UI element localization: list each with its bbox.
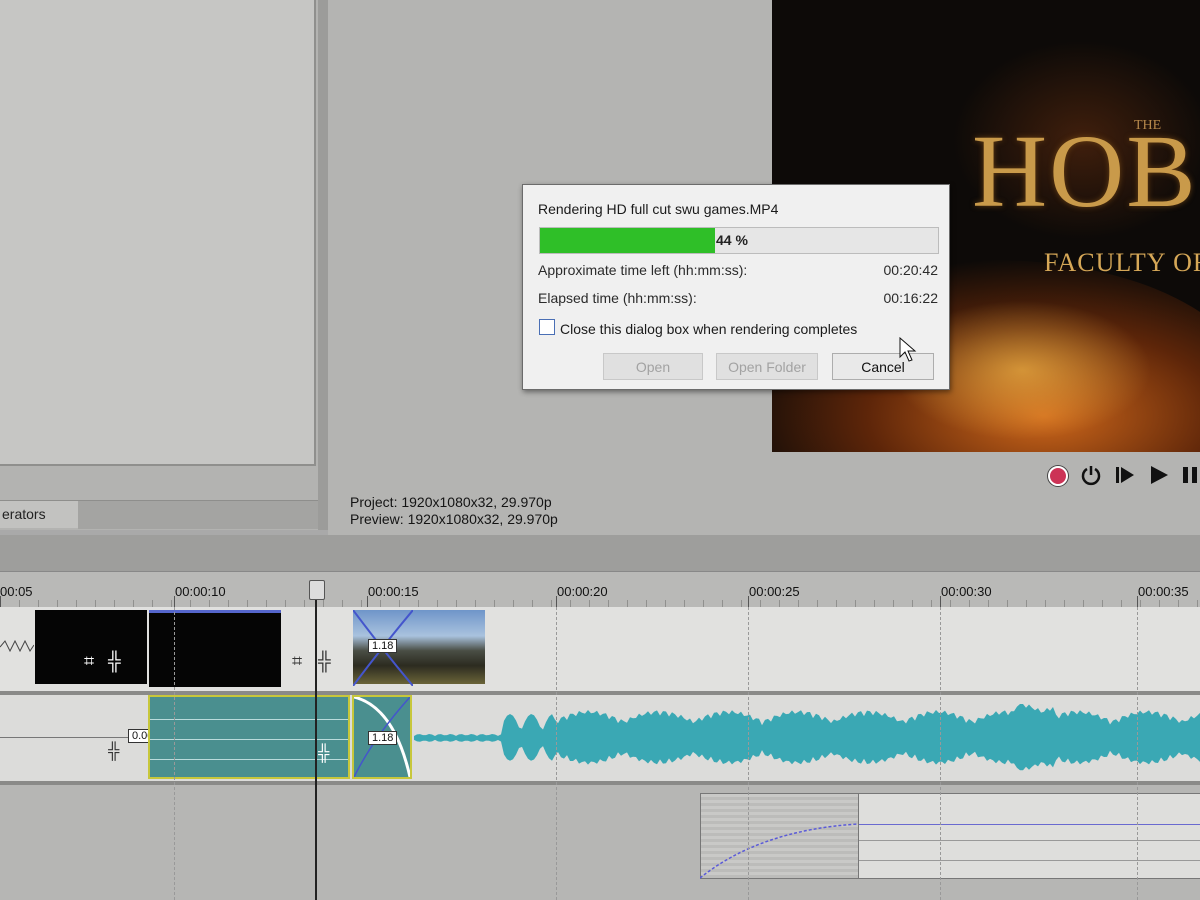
ruler-label: 00:00:10: [175, 584, 226, 599]
mouse-cursor-icon: [899, 337, 917, 362]
preview-properties: Preview: 1920x1080x32, 29.970p: [350, 511, 558, 527]
transport-controls: [1040, 458, 1200, 494]
open-folder-button[interactable]: Open Folder: [716, 353, 818, 380]
audio-waveform: [414, 704, 1200, 771]
explorer-panel-content: [0, 0, 316, 466]
playhead[interactable]: [315, 580, 317, 900]
video-clip-black-2[interactable]: [149, 610, 281, 687]
elapsed-row: Elapsed time (hh:mm:ss): 00:16:22: [538, 290, 938, 306]
render-progress-bar: 44 %: [539, 227, 939, 254]
power-loop-icon[interactable]: [1080, 464, 1102, 486]
time-left-value: 00:20:42: [883, 262, 939, 278]
project-info: Project: 1920x1080x32, 29.970p Preview: …: [350, 494, 558, 528]
play-icon[interactable]: [1148, 464, 1170, 486]
project-properties: Project: 1920x1080x32, 29.970p: [350, 494, 552, 510]
grid-line: [556, 607, 558, 900]
envelope-curve: [700, 823, 859, 879]
video-fade-label: 1.18: [368, 639, 398, 653]
event-fx-icon[interactable]: ╬: [318, 651, 331, 672]
elapsed-label: Elapsed time (hh:mm:ss):: [538, 290, 697, 306]
panel-splitter[interactable]: [318, 0, 328, 530]
time-left-label: Approximate time left (hh:mm:ss):: [538, 262, 748, 278]
grid-line: [940, 607, 942, 900]
event-fx-icon[interactable]: ╬: [108, 651, 121, 672]
render-progress-fill: [540, 228, 716, 253]
render-progress-dialog: Rendering HD full cut swu games.MP4 44 %…: [522, 184, 950, 390]
grid-line: [1137, 607, 1139, 900]
grid-line: [174, 607, 176, 900]
ruler-label: 00:00:35: [1138, 584, 1189, 599]
envelope-region-right[interactable]: [858, 793, 1200, 879]
render-dialog-title: Rendering HD full cut swu games.MP4: [538, 201, 779, 217]
timeline-ruler[interactable]: 00:05 00:00:10 00:00:15 00:00:20 00:00:2…: [0, 571, 1200, 608]
generators-tab[interactable]: erators: [0, 500, 78, 528]
ruler-label: 00:00:30: [941, 584, 992, 599]
video-clip-black-1[interactable]: [35, 610, 147, 684]
time-left-row: Approximate time left (hh:mm:ss): 00:20:…: [538, 262, 938, 278]
play-from-start-icon[interactable]: [1114, 464, 1136, 486]
tab-strip: [78, 500, 318, 529]
ruler-label: 00:05: [0, 584, 33, 599]
video-title-text: HOB: [972, 114, 1198, 229]
record-icon[interactable]: [1048, 466, 1068, 486]
audio-fade-label: 1.18: [368, 731, 398, 745]
crop-icon[interactable]: ⌗: [292, 651, 302, 672]
audio-crossfade[interactable]: 1.18: [352, 695, 412, 779]
pause-icon[interactable]: [1180, 464, 1200, 486]
video-subtitle-text: FACULTY OF S: [1044, 248, 1200, 277]
ruler-label: 00:00:20: [557, 584, 608, 599]
close-on-complete-label[interactable]: Close this dialog box when rendering com…: [560, 321, 857, 337]
grid-line: [748, 607, 750, 900]
crop-icon[interactable]: ⌗: [84, 651, 94, 672]
ruler-label: 00:00:15: [368, 584, 419, 599]
cancel-button[interactable]: Cancel: [832, 353, 934, 380]
close-on-complete-checkbox[interactable]: [539, 319, 555, 335]
audio-clip[interactable]: ╬: [148, 695, 350, 779]
video-track[interactable]: ⌗ ╬ ⌗ ╬ 1.18: [0, 607, 1200, 695]
elapsed-value: 00:16:22: [883, 290, 939, 306]
event-fx-icon[interactable]: ╬: [108, 743, 119, 761]
open-button[interactable]: Open: [603, 353, 703, 380]
timeline-toolbar: [0, 535, 1200, 571]
render-progress-label: 44 %: [716, 232, 748, 248]
playhead-handle[interactable]: [309, 580, 325, 600]
zigzag-waveform: [0, 639, 34, 653]
event-fx-icon[interactable]: ╬: [318, 745, 329, 763]
ruler-label: 00:00:25: [749, 584, 800, 599]
